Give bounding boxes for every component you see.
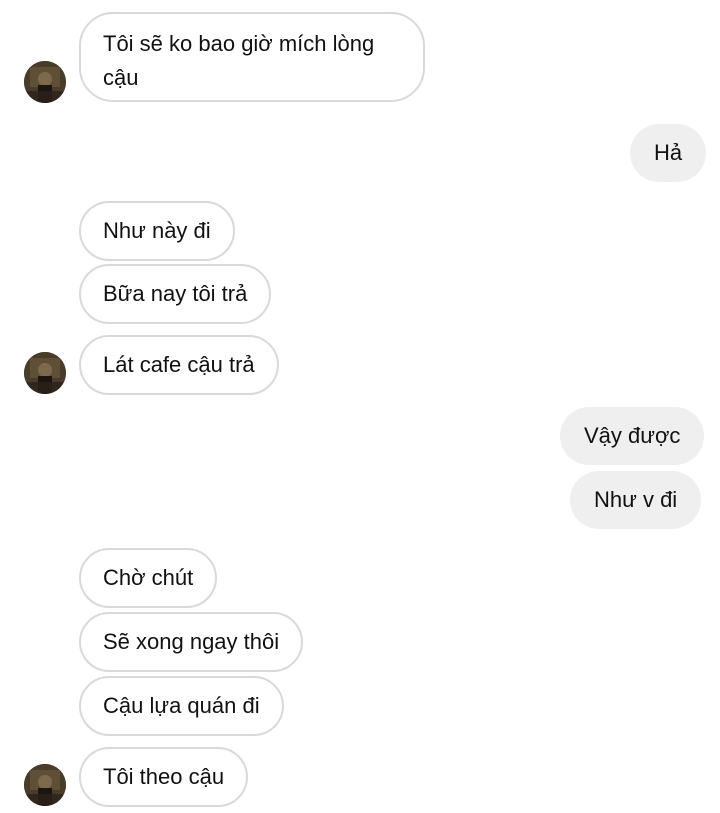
avatar-photo-icon: [24, 352, 66, 394]
message-bubble-incoming[interactable]: Sẽ xong ngay thôi: [79, 612, 304, 672]
message-text: Vậy được: [584, 423, 681, 448]
message-bubble-outgoing[interactable]: Như v đi: [570, 471, 702, 529]
message-text: Tôi sẽ ko bao giờ mích lòng cậu: [103, 31, 375, 90]
avatar-photo-icon: [24, 61, 66, 103]
contact-avatar[interactable]: [24, 764, 66, 806]
message-text: Lát cafe cậu trả: [103, 352, 255, 377]
message-bubble-incoming[interactable]: Chờ chút: [79, 548, 218, 608]
message-text: Chờ chút: [103, 565, 194, 590]
message-text: Sẽ xong ngay thôi: [103, 629, 280, 654]
message-bubble-outgoing[interactable]: Vậy được: [560, 407, 705, 465]
message-bubble-incoming[interactable]: Bữa nay tôi trả: [79, 264, 272, 324]
avatar-photo-icon: [24, 764, 66, 806]
message-text: Hả: [654, 140, 683, 165]
contact-avatar[interactable]: [24, 352, 66, 394]
message-bubble-incoming[interactable]: Như này đi: [79, 201, 235, 261]
contact-avatar[interactable]: [24, 61, 66, 103]
message-text: Cậu lựa quán đi: [103, 693, 260, 718]
message-bubble-outgoing[interactable]: Hả: [630, 124, 707, 182]
message-text: Tôi theo cậu: [103, 764, 225, 789]
message-bubble-incoming[interactable]: Lát cafe cậu trả: [79, 335, 279, 395]
message-text: Như v đi: [594, 487, 678, 512]
message-bubble-incoming[interactable]: Tôi theo cậu: [79, 747, 249, 807]
message-bubble-incoming[interactable]: Cậu lựa quán đi: [79, 676, 284, 736]
message-bubble-incoming[interactable]: Tôi sẽ ko bao giờ mích lòng cậu: [79, 12, 425, 102]
message-text: Bữa nay tôi trả: [103, 281, 248, 306]
message-text: Như này đi: [103, 218, 211, 243]
